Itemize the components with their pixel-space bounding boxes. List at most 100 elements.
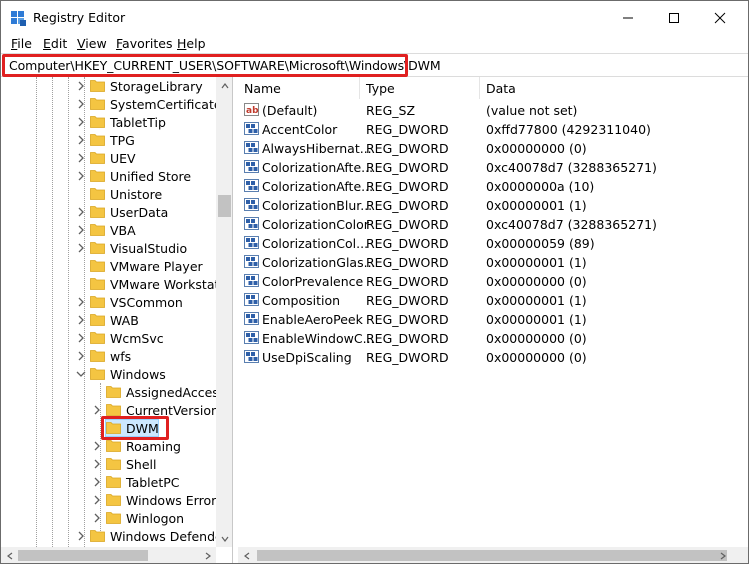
tree-item[interactable]: WAB (1, 311, 217, 329)
scroll-up-button[interactable] (216, 77, 232, 94)
value-name: ColorPrevalence (262, 274, 364, 289)
tree-item[interactable]: Windows Error Re (1, 491, 232, 509)
chevron-right-icon[interactable] (92, 495, 102, 505)
chevron-right-icon[interactable] (76, 333, 86, 343)
chevron-right-icon[interactable] (76, 135, 86, 145)
chevron-right-icon[interactable] (92, 405, 102, 415)
table-row[interactable]: ColorPrevalence REG_DWORD 0x00000000 (0) (238, 272, 748, 291)
tree-item[interactable]: WcmSvc (1, 329, 217, 347)
menu-favorites[interactable]: Favorites (116, 36, 172, 51)
table-row[interactable]: ColorizationCol... REG_DWORD 0x00000059 (8… (238, 234, 748, 253)
chevron-right-icon[interactable] (76, 243, 86, 253)
menu-file[interactable]: File (11, 36, 32, 51)
tree-item[interactable]: SystemCertificates (1, 95, 228, 113)
tree-item[interactable]: wfs (1, 347, 217, 365)
values-list-pane[interactable]: Name Type Data ab (Default) REG_SZ (value n… (238, 77, 748, 563)
table-row[interactable]: ab (Default) REG_SZ (value not set) (238, 101, 748, 120)
chevron-right-icon[interactable] (92, 477, 102, 487)
tree-item[interactable]: Roaming (1, 437, 217, 455)
scroll-left-button[interactable] (238, 547, 255, 563)
table-row[interactable]: AccentColor REG_DWORD 0xffd77800 (42923110… (238, 120, 748, 139)
chevron-left-icon (6, 552, 12, 559)
tree-item[interactable]: Winlogon (1, 509, 217, 527)
chevron-right-icon[interactable] (76, 81, 86, 91)
chevron-right-icon[interactable] (92, 459, 102, 469)
table-row[interactable]: ColorizationAfte... REG_DWORD 0x0000000a (… (238, 177, 748, 196)
tree-item[interactable]: VisualStudio (1, 239, 217, 257)
column-header-data[interactable]: Data (480, 77, 748, 99)
table-row[interactable]: EnableWindowC... REG_DWORD 0x00000000 (0) (238, 329, 748, 348)
close-icon (714, 12, 726, 24)
list-horizontal-scrollbar[interactable] (238, 547, 748, 563)
chevron-down-icon[interactable] (76, 369, 86, 379)
chevron-right-icon[interactable] (76, 225, 86, 235)
scroll-left-button[interactable] (1, 547, 18, 563)
binary-value-icon (244, 293, 259, 306)
tree-item[interactable]: AssignedAccessC (1, 383, 232, 401)
column-header-name[interactable]: Name (238, 77, 360, 99)
key-tree-pane[interactable]: StorageLibrary SystemCertificates TabletTi… (1, 77, 233, 563)
chevron-right-icon[interactable] (76, 99, 86, 109)
table-row[interactable]: UseDpiScaling REG_DWORD 0x00000000 (0) (238, 348, 748, 367)
table-row[interactable]: EnableAeroPeek REG_DWORD 0x00000001 (1) (238, 310, 748, 329)
table-row[interactable]: ColorizationColor REG_DWORD 0xc40078d7 (32… (238, 215, 748, 234)
chevron-right-icon[interactable] (76, 315, 86, 325)
value-name: ColorizationBlur... (262, 198, 373, 213)
column-header-type[interactable]: Type (360, 77, 480, 99)
tree-item[interactable]: VSCommon (1, 293, 217, 311)
title-bar[interactable]: Registry Editor (1, 1, 748, 35)
address-bar[interactable]: Computer\HKEY_CURRENT_USER\SOFTWARE\Micr… (1, 53, 748, 77)
value-data: 0x00000001 (1) (486, 198, 587, 213)
registry-editor-icon (11, 11, 26, 26)
list-horizontal-scroll-thumb[interactable] (257, 550, 727, 561)
tree-item[interactable]: VBA (1, 221, 217, 239)
scroll-right-button[interactable] (714, 547, 731, 563)
binary-value-icon (244, 198, 259, 211)
tree-item[interactable]: Windows (1, 365, 217, 383)
menu-edit[interactable]: Edit (43, 36, 67, 51)
chevron-right-icon[interactable] (76, 171, 86, 181)
tree-item[interactable]: Shell (1, 455, 217, 473)
tree-item[interactable]: VMware Player (1, 257, 217, 275)
table-row[interactable]: ColorizationGlas... REG_DWORD 0x00000001 (… (238, 253, 748, 272)
chevron-right-icon[interactable] (76, 351, 86, 361)
chevron-right-icon[interactable] (92, 513, 102, 523)
tree-item-label: TabletTip (110, 115, 166, 130)
tree-item[interactable]: TabletPC (1, 473, 217, 491)
maximize-button[interactable] (651, 1, 697, 35)
chevron-right-icon[interactable] (76, 297, 86, 307)
close-button[interactable] (697, 1, 743, 35)
scroll-down-button[interactable] (216, 530, 232, 547)
tree-item[interactable]: TabletTip (1, 113, 217, 131)
menu-help[interactable]: Help (177, 36, 206, 51)
tree-horizontal-scrollbar[interactable] (1, 547, 216, 563)
chevron-right-icon[interactable] (92, 441, 102, 451)
minimize-button[interactable] (605, 1, 651, 35)
tree-item[interactable]: UserData (1, 203, 217, 221)
chevron-right-icon[interactable] (76, 531, 86, 541)
tree-item-label: VMware Workstation (110, 277, 233, 292)
scroll-right-button[interactable] (199, 547, 216, 563)
tree-item[interactable]: Unified Store (1, 167, 217, 185)
table-row[interactable]: AlwaysHibernat... REG_DWORD 0x00000000 (0) (238, 139, 748, 158)
menu-view[interactable]: View (77, 36, 107, 51)
tree-item[interactable]: TPG (1, 131, 217, 149)
folder-icon (106, 440, 121, 452)
tree-item[interactable]: UEV (1, 149, 217, 167)
chevron-right-icon[interactable] (76, 207, 86, 217)
chevron-right-icon[interactable] (76, 117, 86, 127)
table-row[interactable]: ColorizationAfte... REG_DWORD 0xc40078d7 (… (238, 158, 748, 177)
table-row[interactable]: ColorizationBlur... REG_DWORD 0x00000001 (… (238, 196, 748, 215)
tree-item[interactable]: Windows Defender S (1, 527, 232, 545)
tree-item[interactable]: VMware Workstation (1, 275, 232, 293)
tree-horizontal-scroll-thumb[interactable] (18, 550, 148, 561)
tree-item[interactable]: Unistore (1, 185, 217, 203)
table-row[interactable]: Composition REG_DWORD 0x00000001 (1) (238, 291, 748, 310)
tree-vertical-scroll-thumb[interactable] (218, 195, 231, 217)
chevron-right-icon[interactable] (76, 153, 86, 163)
tree-vertical-scrollbar[interactable] (216, 77, 232, 547)
value-type: REG_DWORD (366, 236, 449, 251)
value-type: REG_SZ (366, 103, 416, 118)
tree-item[interactable]: DWM (1, 416, 217, 440)
tree-item[interactable]: StorageLibrary (1, 77, 217, 95)
